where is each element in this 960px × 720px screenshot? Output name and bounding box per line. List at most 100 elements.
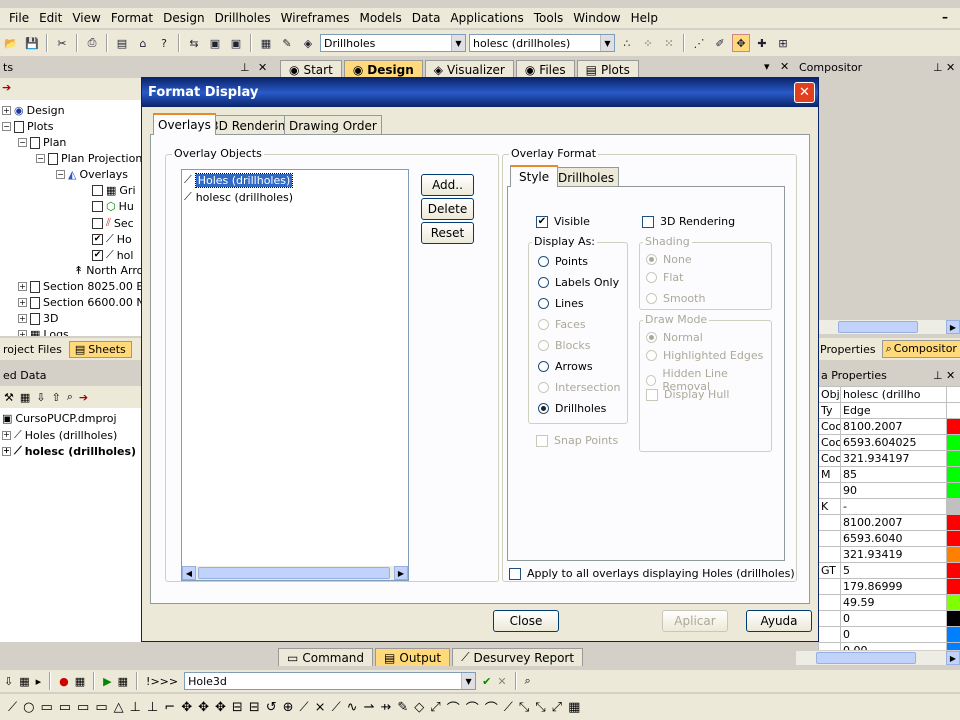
tree-item-holes[interactable]: Ho xyxy=(117,233,132,246)
tool-icon[interactable]: ⟋ xyxy=(332,700,341,715)
close-icon[interactable]: ✕ xyxy=(946,369,955,382)
expand-icon[interactable]: + xyxy=(2,446,11,456)
tab-project-files[interactable]: roject Files xyxy=(0,343,65,356)
loaded-item-holes[interactable]: Holes (drillholes) xyxy=(25,429,118,442)
properties-scrollbar[interactable]: ▶ xyxy=(796,651,960,665)
tool-icon[interactable]: ⊟ xyxy=(249,700,260,715)
property-value[interactable]: 49.59 xyxy=(840,594,947,611)
tree-item-hull[interactable]: Hu xyxy=(119,200,134,213)
property-row[interactable]: Ty Edge xyxy=(818,402,960,419)
property-color-swatch[interactable] xyxy=(946,610,960,627)
radio-lines[interactable]: Lines xyxy=(538,297,584,310)
tool-icon[interactable]: ⤡ xyxy=(535,700,545,715)
property-value[interactable]: holesc (drillho xyxy=(840,386,947,403)
property-color-swatch[interactable] xyxy=(946,402,960,419)
property-value[interactable]: 85 xyxy=(840,466,947,483)
rotate-icon[interactable]: ↺ xyxy=(266,700,277,715)
tool-icon[interactable]: ⊥ xyxy=(130,700,141,715)
property-value[interactable]: 6593.6040 xyxy=(840,530,947,547)
tool-icon[interactable]: ⤢ xyxy=(552,700,562,715)
3d-rendering-checkbox[interactable]: 3D Rendering xyxy=(642,215,735,228)
open-folder-icon[interactable]: 📂 xyxy=(2,34,20,52)
tab-output[interactable]: ▤ Output xyxy=(375,648,451,666)
close-icon[interactable]: ✕ xyxy=(780,60,789,73)
collapse-icon[interactable]: − xyxy=(18,138,27,147)
tool-icon[interactable]: ✎ xyxy=(397,700,408,715)
visible-checkbox[interactable]: ✔ Visible xyxy=(536,215,590,228)
play-icon[interactable]: ▶ xyxy=(103,675,111,688)
chevron-down-icon[interactable]: ▼ xyxy=(600,35,614,51)
menu-edit[interactable]: Edit xyxy=(34,11,67,25)
tool-icon[interactable]: ⟋ xyxy=(504,700,513,715)
property-value[interactable]: 0 xyxy=(840,610,947,627)
move-icon-2[interactable]: ✥ xyxy=(198,700,209,715)
menu-applications[interactable]: Applications xyxy=(445,11,528,25)
property-color-swatch[interactable] xyxy=(946,482,960,499)
points-icon[interactable]: ∴ xyxy=(618,34,636,52)
tool-icon[interactable]: ▦ xyxy=(19,675,29,688)
tool-icon[interactable]: ⊕ xyxy=(283,700,294,715)
tab-command[interactable]: ▭ Command xyxy=(278,648,374,666)
property-row[interactable]: Coo 321.934197 xyxy=(818,450,960,467)
tool-icon[interactable]: ⌒ xyxy=(447,698,460,717)
tool-icon[interactable]: ⇩ xyxy=(36,391,45,404)
tree-item-plots[interactable]: Plots xyxy=(27,120,53,133)
cancel-icon[interactable]: ✕ xyxy=(497,675,506,688)
record-icon[interactable]: ● xyxy=(59,675,69,688)
property-value[interactable]: 6593.604025 xyxy=(840,434,947,451)
tool-icon[interactable]: ⟋ xyxy=(300,700,309,715)
insert-point-icon[interactable]: ⊞ xyxy=(774,34,792,52)
scroll-right-icon[interactable]: ▶ xyxy=(946,651,960,665)
tab-style[interactable]: Style xyxy=(510,165,559,187)
collapse-icon[interactable]: − xyxy=(36,154,45,163)
scroll-thumb[interactable] xyxy=(816,652,916,664)
edit-icon[interactable]: ✎ xyxy=(278,34,296,52)
property-row[interactable]: 6593.6040 xyxy=(818,530,960,547)
pin-icon[interactable]: ⊥ xyxy=(933,369,943,382)
property-value[interactable]: 5 xyxy=(840,562,947,579)
add-button[interactable]: Add.. xyxy=(421,174,474,196)
tree-item-section-8025[interactable]: Section 8025.00 E xyxy=(43,280,143,293)
radio-arrows[interactable]: Arrows xyxy=(538,360,593,373)
property-color-swatch[interactable] xyxy=(946,466,960,483)
overlay-checkbox[interactable] xyxy=(92,217,103,229)
line-icon[interactable]: ⟋ xyxy=(8,700,17,715)
object-combo[interactable]: Drillholes ▼ xyxy=(320,34,466,52)
format-icon[interactable]: ◈ xyxy=(299,34,317,52)
tab-desurvey-report[interactable]: ⟋ Desurvey Report xyxy=(452,648,584,666)
move-icon-3[interactable]: ✥ xyxy=(215,700,226,715)
help-icon[interactable]: ? xyxy=(155,34,173,52)
tool-icon[interactable]: ⇸ xyxy=(380,700,391,715)
property-row[interactable]: Objeholesc (drillho xyxy=(818,386,960,403)
pencil-icon[interactable]: ✐ xyxy=(711,34,729,52)
tab-compositor[interactable]: ⌕ Compositor xyxy=(881,340,960,358)
tree-item-design[interactable]: Design xyxy=(27,104,65,117)
tree-item-plan[interactable]: Plan xyxy=(43,136,66,149)
home-icon[interactable]: ⌂ xyxy=(134,34,152,52)
pin-icon[interactable]: ⊥ xyxy=(933,61,943,74)
print-icon[interactable]: ⎙ xyxy=(83,34,101,52)
tool-icon[interactable]: ⇀ xyxy=(364,700,375,715)
property-color-swatch[interactable] xyxy=(946,386,960,403)
property-row[interactable]: 90 xyxy=(818,482,960,499)
radio-labels-only[interactable]: Labels Only xyxy=(538,276,619,289)
property-row[interactable]: Coo 8100.2007 xyxy=(818,418,960,435)
tool-icon[interactable]: ⌒ xyxy=(485,698,498,717)
tab-drawing-order[interactable]: Drawing Order xyxy=(284,115,382,135)
property-row[interactable]: 179.86999 xyxy=(818,578,960,595)
tree-item-section-6600[interactable]: Section 6600.00 N xyxy=(43,296,145,309)
property-value[interactable]: 90 xyxy=(840,482,947,499)
property-row[interactable]: 0 xyxy=(818,610,960,627)
tab-design[interactable]: ◉ Design xyxy=(343,60,423,78)
tool-icon[interactable]: ▦ xyxy=(20,391,30,404)
add-point-icon[interactable]: ✚ xyxy=(753,34,771,52)
property-row[interactable]: K- xyxy=(818,498,960,515)
points-select-icon[interactable]: ⁘ xyxy=(639,34,657,52)
rect-icon[interactable]: ▭ xyxy=(40,700,52,715)
tool-icon[interactable]: ⇩ xyxy=(4,675,13,688)
check-icon[interactable]: ✔ xyxy=(482,675,491,688)
close-icon[interactable]: ✕ xyxy=(258,61,267,74)
overlay-combo[interactable]: holesc (drillholes) ▼ xyxy=(469,34,615,52)
property-row[interactable]: GT 5 xyxy=(818,562,960,579)
reset-button[interactable]: Reset xyxy=(421,222,474,244)
